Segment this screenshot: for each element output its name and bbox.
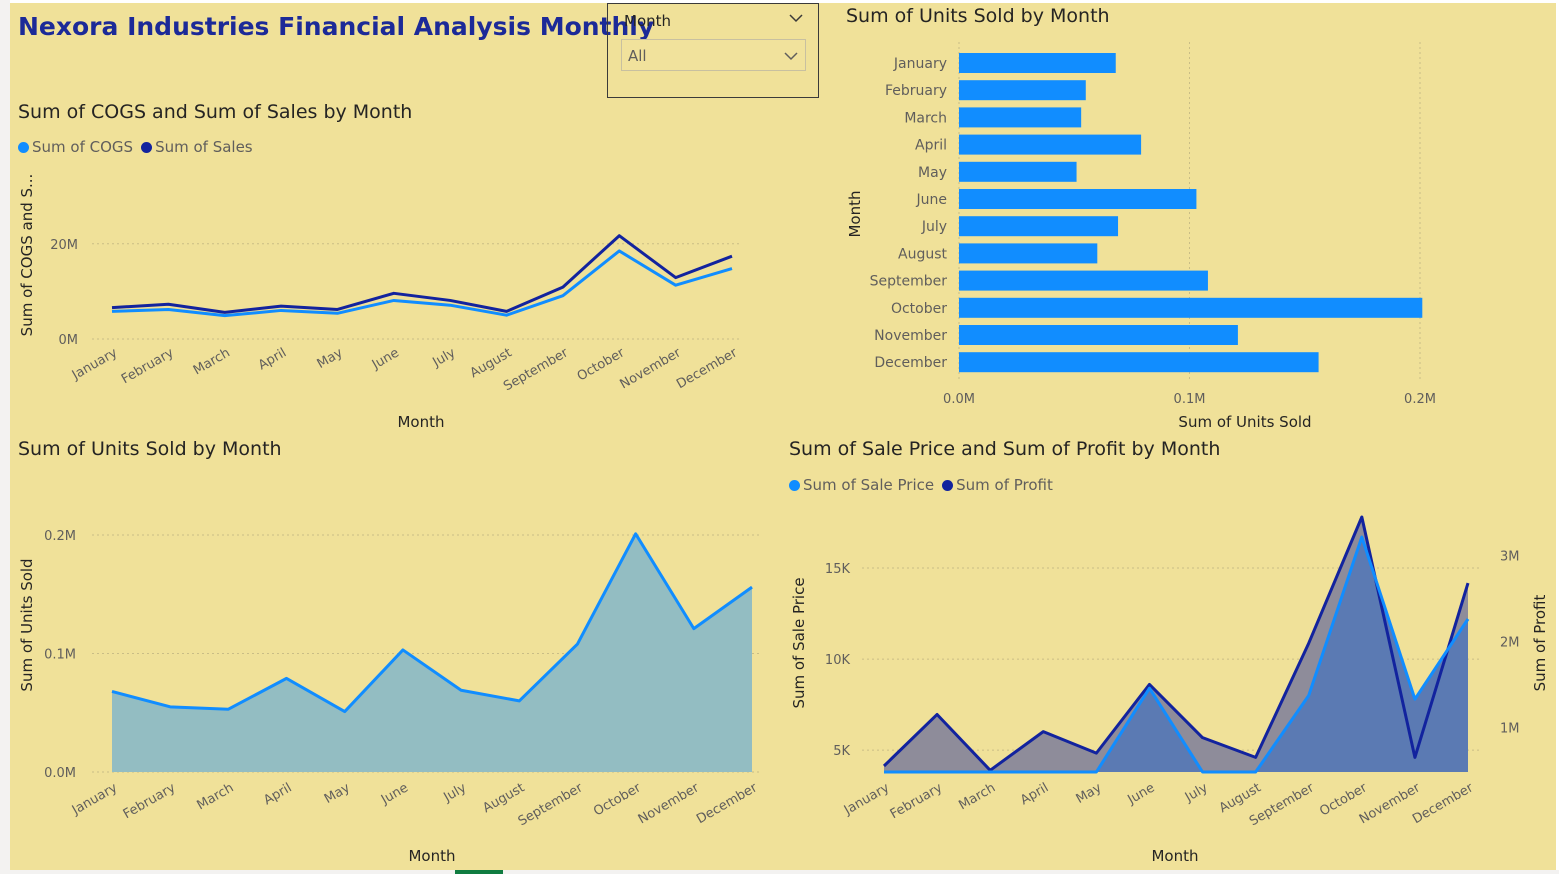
x-tick-label: July xyxy=(440,780,469,805)
x-tick-label: June xyxy=(369,345,402,373)
bar xyxy=(959,161,1077,182)
bar xyxy=(959,297,1423,318)
y-tick-label: 0M xyxy=(59,333,79,348)
x-tick-label: August xyxy=(480,780,527,816)
x-tick-label: June xyxy=(1125,780,1158,808)
y-tick-label-right: 1M xyxy=(1500,721,1520,736)
chevron-down-icon[interactable] xyxy=(783,48,799,64)
x-tick-label: December xyxy=(694,780,760,827)
series-line-sum-of-cogs xyxy=(111,249,733,318)
x-tick-label: August xyxy=(468,345,515,381)
x-tick-label: May xyxy=(322,780,353,807)
x-tick-label: March xyxy=(956,780,998,813)
report-title: Nexora Industries Financial Analysis Mon… xyxy=(18,12,655,41)
y-tick-label-left: 15K xyxy=(825,562,851,577)
x-tick-label: April xyxy=(261,780,294,808)
x-tick-label: February xyxy=(888,780,946,822)
x-tick-label: June xyxy=(378,780,411,808)
price-profit-area-visual[interactable]: Sum of Sale Price and Sum of Profit by M… xyxy=(782,435,1552,870)
units-sold-area-visual[interactable]: Sum of Units Sold by Month 0.0M 0.1M 0.2M J… xyxy=(12,435,772,870)
x-tick-label: January xyxy=(69,780,120,818)
x-tick-label: November xyxy=(636,780,703,827)
y-tick-label: March xyxy=(904,110,947,126)
units-bar-chart-svg[interactable]: 0.0M 0.1M 0.2M January February March April May… xyxy=(835,0,1550,435)
cogs-sales-line-visual[interactable]: Sum of COGS and Sum of Sales by Month Su… xyxy=(12,95,772,435)
x-tick-label: February xyxy=(121,780,179,822)
y-axis-title: Sum of Units Sold xyxy=(18,558,36,691)
y-tick-label: 0.1M xyxy=(44,648,76,663)
y-tick-label: August xyxy=(898,246,948,262)
y-axis-title-right: Sum of Profit xyxy=(1531,595,1549,692)
x-axis-title: Month xyxy=(397,413,444,431)
y-tick-label: 20M xyxy=(50,238,78,253)
x-tick-label: 0.1M xyxy=(1174,392,1206,407)
x-tick-label: January xyxy=(841,780,892,818)
units-sold-bar-visual[interactable]: Sum of Units Sold by Month 0.0M 0.1M 0.2M J… xyxy=(835,0,1550,435)
y-tick-label: May xyxy=(918,165,947,181)
bar xyxy=(959,80,1086,101)
series-line-sum-of-sales xyxy=(111,234,733,314)
x-tick-label: March xyxy=(195,780,237,813)
bar xyxy=(959,134,1142,155)
y-tick-label: 0.0M xyxy=(44,766,76,781)
y-axis-title: Month xyxy=(846,190,864,237)
y-tick-label: April xyxy=(915,138,947,154)
y-tick-label: 0.2M xyxy=(44,529,76,544)
x-tick-label: July xyxy=(1182,780,1211,805)
x-tick-label: December xyxy=(674,345,740,392)
y-tick-label-left: 5K xyxy=(833,744,850,759)
x-tick-label: February xyxy=(119,345,177,387)
bar xyxy=(959,189,1197,209)
y-tick-label: February xyxy=(885,83,947,99)
cogs-sales-chart-svg[interactable]: 0M 20M JanuaryFebruary March April May June Jul… xyxy=(12,95,772,435)
x-tick-label: May xyxy=(1074,780,1105,807)
slicer-header: Month xyxy=(624,12,672,30)
y-tick-label: October xyxy=(891,301,947,317)
bar xyxy=(959,216,1119,237)
area-fill-sale-price xyxy=(884,537,1468,772)
x-tick-label: March xyxy=(191,345,233,378)
y-tick-label-right: 2M xyxy=(1500,635,1520,650)
y-tick-label: November xyxy=(874,328,947,344)
active-page-tab-indicator[interactable] xyxy=(455,870,503,874)
bar xyxy=(959,325,1238,345)
price-profit-chart-svg[interactable]: 5K 10K 15K 1M 2M 3M JanuaryFebruary March April M… xyxy=(782,435,1552,870)
x-tick-label: April xyxy=(1018,780,1051,808)
y-tick-label-right: 3M xyxy=(1500,550,1520,565)
bar xyxy=(959,352,1319,373)
x-tick-label: January xyxy=(69,345,120,383)
y-axis-title: Sum of COGS and S... xyxy=(18,174,36,337)
y-tick-label: December xyxy=(874,355,947,371)
y-axis-title-left: Sum of Sale Price xyxy=(790,577,808,708)
x-tick-label: December xyxy=(1410,780,1476,827)
y-tick-label: June xyxy=(916,192,948,208)
y-tick-label: September xyxy=(870,274,948,290)
chevron-down-icon[interactable] xyxy=(788,10,804,26)
x-axis-title: Sum of Units Sold xyxy=(1178,413,1311,431)
x-tick-label: September xyxy=(516,780,586,829)
y-tick-label: January xyxy=(893,56,947,72)
slicer-dropdown[interactable]: All xyxy=(621,39,806,71)
x-tick-label: April xyxy=(256,345,289,373)
x-axis-title: Month xyxy=(1151,847,1198,865)
canvas-left-border xyxy=(0,0,10,874)
x-tick-label: September xyxy=(501,345,571,394)
x-tick-label: 0.2M xyxy=(1404,392,1436,407)
x-tick-label: November xyxy=(618,345,685,392)
x-axis-title: Month xyxy=(408,847,455,865)
y-tick-label: July xyxy=(921,219,947,235)
bar xyxy=(959,270,1208,291)
x-tick-label: July xyxy=(430,345,459,370)
x-tick-label: 0.0M xyxy=(943,392,975,407)
month-slicer[interactable]: Month All xyxy=(607,3,819,98)
slicer-selected-value: All xyxy=(628,47,647,65)
bar xyxy=(959,53,1116,73)
x-tick-label: May xyxy=(315,345,346,372)
bar xyxy=(959,243,1098,264)
units-area-chart-svg[interactable]: 0.0M 0.1M 0.2M January February March April May… xyxy=(12,435,772,870)
y-tick-label-left: 10K xyxy=(825,653,851,668)
page-tabs-strip xyxy=(0,870,1559,874)
bar xyxy=(959,107,1082,128)
